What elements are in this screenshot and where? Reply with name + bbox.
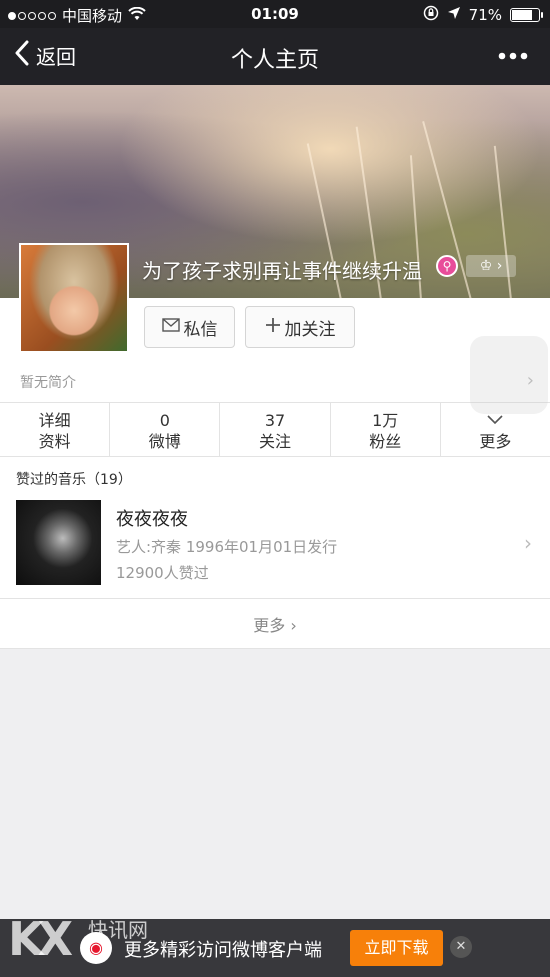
envelope-icon — [161, 317, 180, 337]
watermark-text: 快讯网 — [88, 918, 148, 942]
stat-value: 0 — [159, 411, 170, 430]
status-right: 71% — [423, 5, 543, 25]
album-cover[interactable] — [16, 500, 101, 585]
stat-label: 粉丝 — [369, 432, 402, 451]
watermark-logo: KX — [8, 912, 73, 966]
follow-button[interactable]: 加关注 — [245, 306, 355, 348]
close-icon[interactable]: ✕ — [450, 936, 472, 958]
floating-assistive-button[interactable] — [470, 336, 548, 414]
member-badge-icon[interactable]: ⚲ — [436, 255, 458, 277]
stat-line1: 详细 — [38, 411, 71, 430]
message-button[interactable]: 私信 — [144, 306, 235, 348]
crown-icon: ♔ — [479, 258, 493, 274]
follow-label: 加关注 — [284, 319, 336, 340]
page-title: 个人主页 — [230, 48, 319, 73]
stat-label: 关注 — [259, 432, 292, 451]
avatar[interactable] — [19, 243, 129, 353]
orientation-lock-icon — [423, 5, 439, 25]
app-download-banner: ◉ 更多精彩访问微博客户端 立即下载 ✕ — [0, 919, 550, 977]
section-header: 赞过的音乐（19） — [16, 472, 132, 488]
watermark: KX 快讯网 — [8, 912, 148, 966]
divider — [0, 598, 550, 599]
profile-name: 为了孩子求别再让事件继续升温 — [142, 259, 422, 283]
track-artist: 艺人:齐秦 1996年01月01日发行 — [116, 538, 338, 556]
nav-bar: 返回 个人主页 — [0, 28, 550, 85]
message-label: 私信 — [183, 319, 218, 340]
stat-following[interactable]: 37 关注 — [220, 403, 331, 456]
stat-value: 37 — [264, 411, 286, 430]
battery-percent: 71% — [468, 6, 502, 24]
location-icon — [447, 6, 461, 24]
banner-text: 更多精彩访问微博客户端 — [124, 940, 322, 961]
chevron-right-icon: › — [290, 616, 297, 635]
track-title[interactable]: 夜夜夜夜 — [116, 505, 188, 531]
stat-label: 更多 — [479, 432, 512, 451]
stat-label: 微博 — [148, 432, 181, 451]
battery-icon — [510, 8, 543, 22]
stat-line2: 资料 — [38, 432, 71, 451]
status-bar: 中国移动 01:09 71% — [0, 0, 550, 28]
stat-followers[interactable]: 1万 粉丝 — [331, 403, 441, 456]
stat-value: 1万 — [372, 411, 399, 430]
track-likes: 12900人赞过 — [116, 564, 209, 582]
stat-weibo[interactable]: 0 微博 — [110, 403, 221, 456]
more-label: 更多 — [253, 616, 286, 635]
intro-text[interactable]: 暂无简介 — [20, 372, 76, 392]
crown-badge[interactable]: ♔ › — [466, 255, 516, 277]
chevron-right-icon[interactable]: › — [524, 531, 532, 555]
chevron-right-icon: › — [496, 258, 503, 274]
plus-icon — [265, 317, 281, 338]
download-button[interactable]: 立即下载 — [350, 930, 443, 966]
battery-fill — [512, 10, 532, 20]
more-dots-icon[interactable] — [498, 42, 528, 62]
liked-music-section: 赞过的音乐（19） 夜夜夜夜 艺人:齐秦 1996年01月01日发行 12900… — [0, 457, 550, 649]
stat-details[interactable]: 详细 资料 — [0, 403, 111, 456]
more-music-link[interactable]: 更多 › — [0, 612, 550, 636]
stats-bar: 详细 资料 0 微博 37 关注 1万 粉丝 更多 — [0, 403, 550, 457]
